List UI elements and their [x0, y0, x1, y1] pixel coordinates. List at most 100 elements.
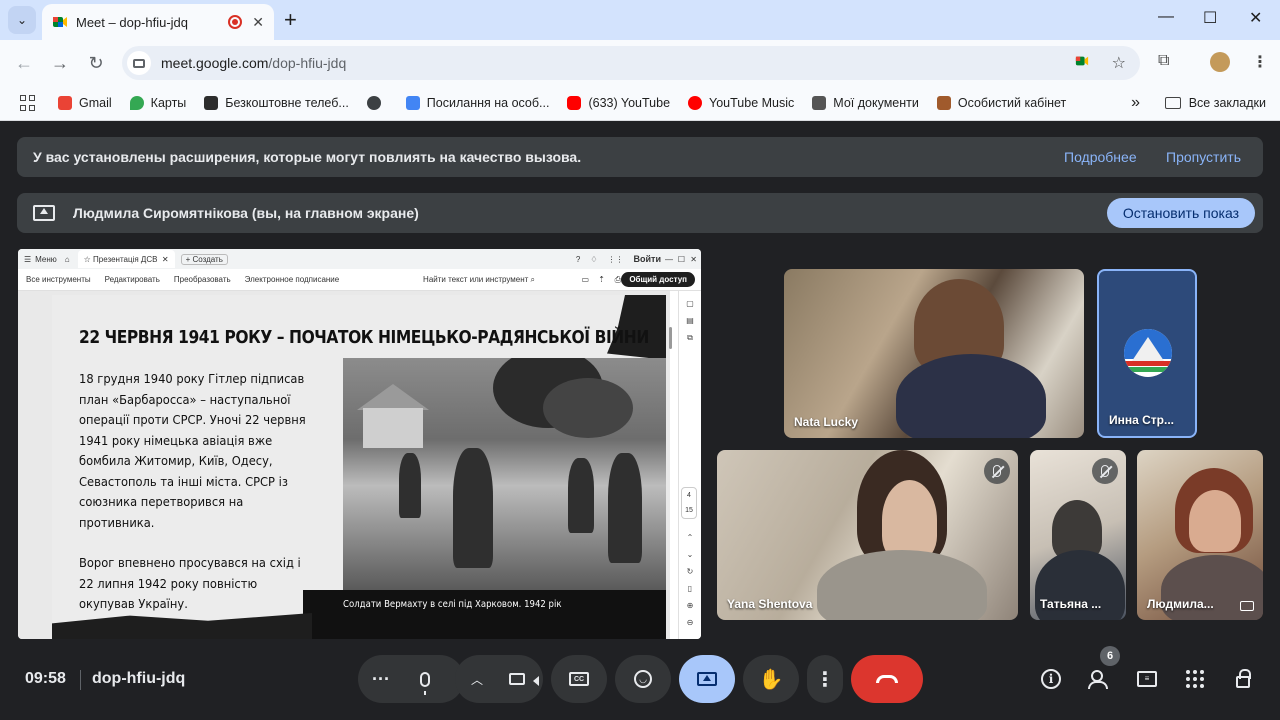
activities-grid-icon — [1186, 670, 1204, 688]
bookmark-gmail[interactable]: Gmail — [58, 96, 112, 110]
help-icon: ? — [575, 254, 581, 264]
presenting-text: Людмила Сиромятнікова (вы, на главном эк… — [73, 205, 419, 221]
pdf-tool-sign: Электронное подписание — [244, 275, 340, 284]
profile-avatar[interactable] — [1210, 52, 1230, 72]
captions-button[interactable]: CC — [551, 655, 607, 703]
pdf-document-tab: ☆ Презентація ДСВ ✕ — [77, 250, 175, 268]
audio-options-icon[interactable]: ··· — [372, 670, 390, 688]
divider — [80, 670, 81, 690]
copy-icon: ⧉ — [687, 333, 693, 342]
participant-name: Людмила... — [1147, 597, 1214, 611]
more-options-button[interactable]: ⋮ — [807, 655, 843, 703]
camera-icon[interactable] — [509, 673, 540, 686]
people-icon — [1088, 670, 1110, 689]
apps-icon: ⋮⋮ — [607, 254, 624, 264]
participant-avatar — [1124, 329, 1172, 377]
bookmark-youtube-music[interactable]: YouTube Music — [688, 96, 794, 110]
minimize-button[interactable]: — — [1158, 8, 1174, 26]
docs-icon — [405, 96, 420, 110]
bookmark-youtube[interactable]: (633) YouTube — [567, 96, 670, 110]
new-tab-button[interactable]: + — [284, 8, 297, 32]
present-button[interactable] — [679, 655, 735, 703]
chevron-up-icon[interactable]: ︿ — [471, 671, 483, 688]
participant-tile[interactable]: Татьяна ... — [1030, 450, 1126, 620]
bookmark-maps[interactable]: Карты — [129, 96, 186, 110]
host-controls-button[interactable] — [1231, 667, 1255, 691]
more-bookmarks-icon[interactable]: » — [1131, 94, 1140, 112]
tv-icon — [204, 96, 219, 110]
participant-name: Nata Lucky — [794, 415, 859, 429]
participant-tile[interactable]: Yana Shentova — [717, 450, 1018, 620]
menu-icon: ☰ — [24, 254, 32, 264]
globe-icon — [366, 96, 381, 110]
site-info-icon[interactable] — [127, 51, 151, 75]
browser-menu-icon[interactable]: ⋮ — [1252, 52, 1268, 72]
meeting-time: 09:58 — [25, 670, 66, 687]
pdf-tool-all: Все инструменты — [26, 275, 91, 284]
apps-grid-icon[interactable] — [20, 95, 36, 111]
activities-button[interactable] — [1183, 667, 1207, 691]
youtube-music-icon — [688, 96, 703, 110]
pdf-maximize-icon: ☐ — [677, 254, 685, 264]
meet-favicon — [52, 14, 68, 30]
muted-icon — [1092, 458, 1118, 484]
bookmark-documents[interactable]: Мої документи — [812, 96, 919, 110]
youtube-icon — [567, 96, 582, 110]
participant-tile[interactable]: Людмила... — [1137, 450, 1263, 620]
bookmark-tv[interactable]: Безкоштовне телеб... — [204, 96, 349, 110]
address-bar[interactable]: meet.google.com/dop-hfiu-jdq ☆ — [122, 46, 1140, 80]
pip-icon[interactable] — [1240, 601, 1254, 611]
pdf-minimize-icon: — — [665, 254, 673, 264]
lock-icon — [1236, 669, 1251, 688]
hand-icon: ✋ — [758, 668, 784, 691]
pdf-share-button: Общий доступ — [621, 272, 695, 287]
meet-main: У вас установлены расширения, которые мо… — [0, 121, 1280, 720]
star-icon: ☆ — [83, 254, 94, 264]
video-controls: ︿ — [455, 655, 543, 703]
extensions-icon[interactable]: ⧉ — [1158, 52, 1169, 70]
folder-icon — [1164, 97, 1181, 109]
reload-icon[interactable]: ↻ — [84, 51, 108, 75]
leave-call-button[interactable] — [851, 655, 923, 703]
bookmark-cabinet[interactable]: Особистий кабінет — [936, 96, 1066, 110]
captions-icon: CC — [569, 672, 589, 686]
tab-meet[interactable]: Meet – dop-hfiu-jdq ✕ — [42, 4, 274, 40]
page-current: 4 — [687, 492, 691, 499]
bookmark-docs[interactable]: Посилання на особ... — [405, 96, 549, 110]
photo-caption: Солдати Вермахту в селі під Харковом. 19… — [343, 599, 562, 610]
pdf-create-button: + Создать — [180, 253, 228, 265]
historical-photo — [343, 358, 666, 590]
chat-button[interactable]: ≡ — [1135, 667, 1159, 691]
people-button[interactable] — [1087, 667, 1111, 691]
meet-extension-icon[interactable] — [1074, 54, 1090, 73]
forward-icon[interactable]: → — [48, 51, 72, 75]
upload-icon: ⇡ — [598, 275, 605, 284]
meeting-info-button[interactable]: i — [1039, 667, 1063, 691]
slide: 22 ЧЕРВНЯ 1941 РОКУ – ПОЧАТОК НІМЕЦЬКО-Р… — [52, 295, 666, 639]
participant-tile[interactable]: Инна Стр... — [1097, 269, 1197, 438]
reactions-button[interactable]: ◡ — [615, 655, 671, 703]
skip-link[interactable]: Пропустить — [1166, 149, 1241, 165]
participant-name: Инна Стр... — [1109, 413, 1175, 427]
close-window-button[interactable]: ✕ — [1249, 8, 1262, 28]
back-icon[interactable]: ← — [12, 51, 36, 75]
participant-name: Татьяна ... — [1040, 597, 1102, 611]
bookmark-globe[interactable] — [366, 96, 388, 110]
pdf-tool-edit: Редактировать — [104, 275, 160, 284]
bell-icon: ♢ — [590, 254, 598, 264]
participant-tile[interactable]: Nata Lucky — [784, 269, 1084, 438]
emoji-icon: ◡ — [634, 670, 652, 688]
muted-icon — [984, 458, 1010, 484]
raise-hand-button[interactable]: ✋ — [743, 655, 799, 703]
tab-close-icon[interactable]: ✕ — [252, 14, 264, 31]
more-info-link[interactable]: Подробнее — [1064, 149, 1137, 165]
microphone-icon[interactable] — [419, 671, 430, 695]
meeting-code: dop-hfiu-jdq — [92, 670, 186, 687]
tab-search-button[interactable]: ⌄ — [8, 6, 36, 34]
slide-title: 22 ЧЕРВНЯ 1941 РОКУ – ПОЧАТОК НІМЕЦЬКО-Р… — [79, 327, 649, 348]
maximize-button[interactable]: ☐ — [1203, 8, 1217, 28]
stop-presenting-button[interactable]: Остановить показ — [1106, 198, 1255, 228]
bookmark-star-icon[interactable]: ☆ — [1112, 53, 1126, 73]
all-bookmarks[interactable]: Все закладки — [1164, 96, 1266, 110]
print-icon: ⎙ — [614, 274, 621, 284]
